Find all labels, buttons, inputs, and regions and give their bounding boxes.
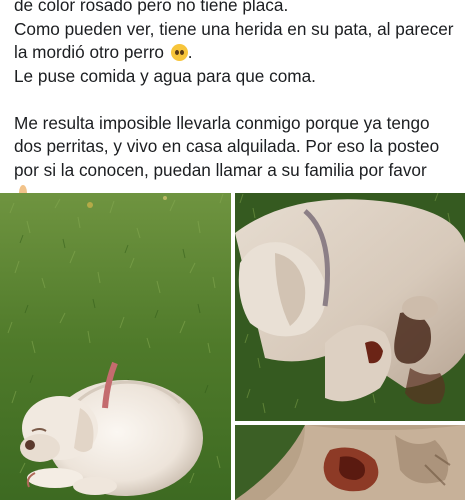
pleading-face-emoji [170,44,188,61]
post-text-line: Como pueden ver, tiene una herida en su … [14,18,454,39]
photo-wound-close-up[interactable] [235,425,465,500]
post-text-line: dos perritas, y vivo en casa alquilada. … [14,136,440,156]
photo-dog-leg-wound[interactable] [235,193,465,421]
post-text-line: por si la conocen, puedan llamar a su fa… [14,159,427,180]
photo-grid [0,193,465,500]
post-text-line: Me resulta imposible llevarla conmigo po… [14,112,430,133]
post-text-line: de color rosado pero no tiene placa. [14,0,289,15]
post-text-fragment: la mordió otro perro [14,42,164,62]
photo-white-dog-on-grass[interactable] [0,193,231,500]
post-text-line: la mordió otro perro . [14,42,193,62]
post-text-line: Le puse comida y agua para que coma. [14,65,316,86]
post-text: de color rosado pero no tiene placa. Com… [0,0,465,203]
